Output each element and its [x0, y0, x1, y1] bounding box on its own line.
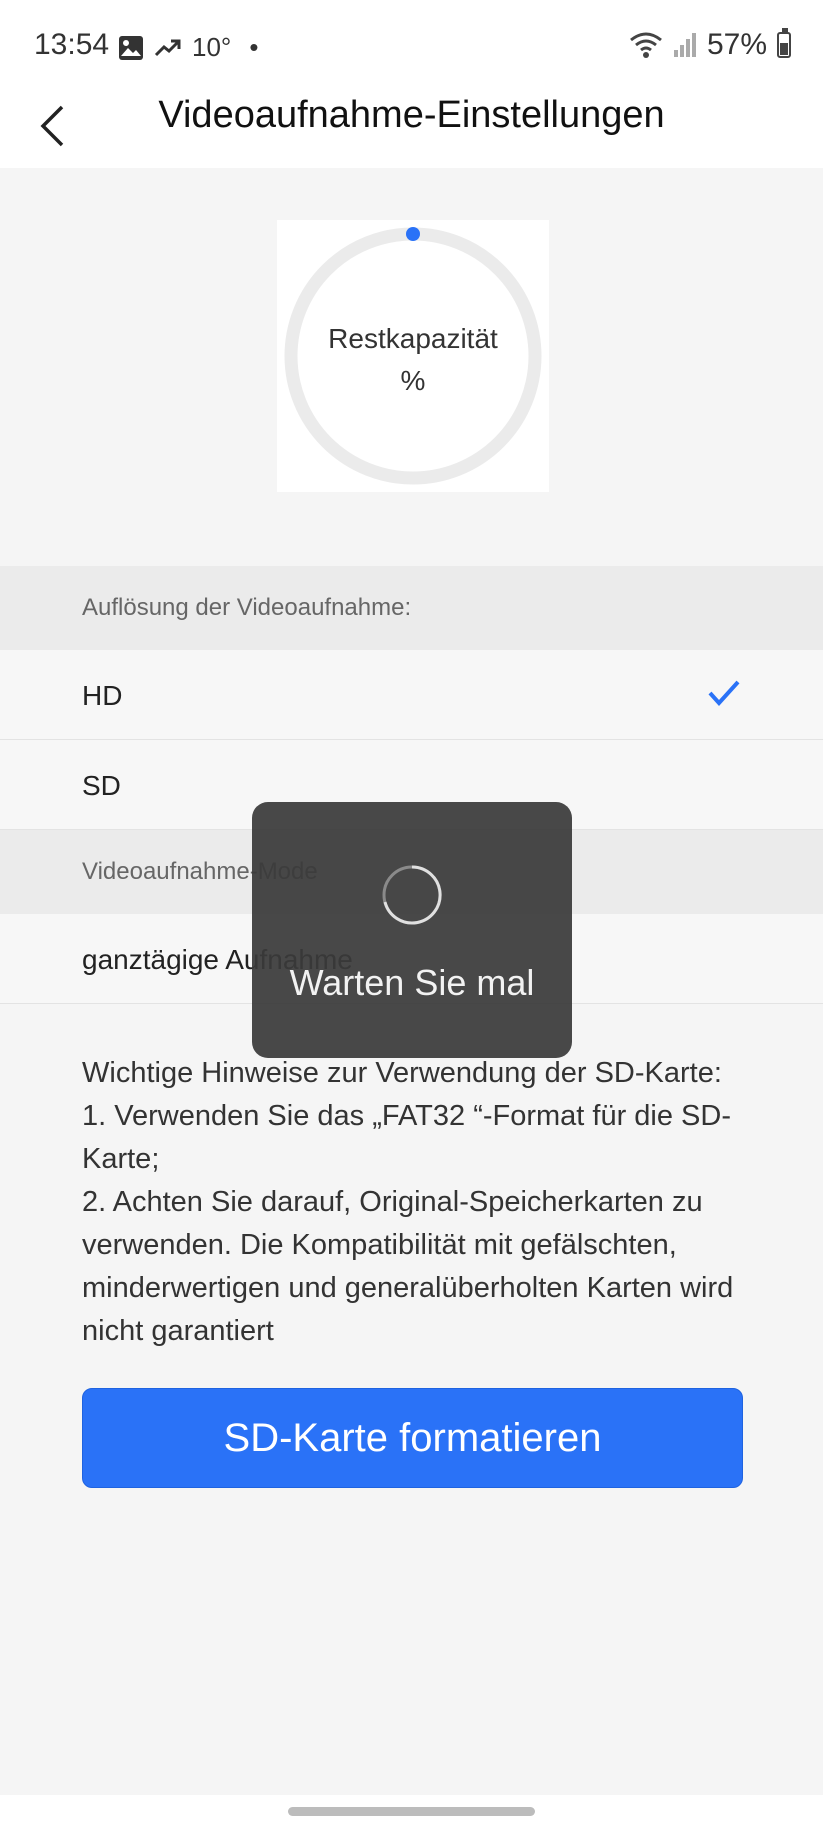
status-dot: •: [249, 32, 259, 62]
status-bar: 13:54 10° • 57%: [0, 0, 823, 92]
battery-percent: 57%: [706, 28, 767, 61]
format-sd-card-button[interactable]: SD-Karte formatieren: [82, 1388, 743, 1488]
loading-spinner-icon: [382, 865, 442, 925]
resolution-option-hd[interactable]: HD: [0, 650, 823, 740]
status-time: 13:54: [34, 28, 110, 61]
page-title: Videoaufnahme-Einstellungen: [158, 94, 665, 136]
capacity-value: %: [400, 365, 426, 396]
capacity-label: Restkapazität: [328, 323, 498, 354]
resolution-section-title: Auflösung der Videoaufnahme:: [82, 594, 412, 621]
status-left-icons: 10° •: [118, 32, 258, 63]
home-indicator[interactable]: [288, 1807, 535, 1816]
trending-icon: [154, 39, 181, 56]
wifi-icon: [630, 32, 662, 58]
capacity-ring: Restkapazität %: [277, 220, 549, 492]
loading-toast: Warten Sie mal: [252, 802, 572, 1058]
gallery-icon: [119, 35, 143, 60]
capacity-ring-indicator: [406, 227, 420, 241]
app-bar: Videoaufnahme-Einstellungen: [0, 92, 823, 168]
capacity-label-block: Restkapazität %: [277, 318, 549, 402]
sd-card-notes: Wichtige Hinweise zur Verwendung der SD-…: [82, 1052, 752, 1353]
signal-icon: [673, 33, 696, 57]
loading-text: Warten Sie mal: [289, 962, 535, 1003]
notes-line: Wichtige Hinweise zur Verwendung der SD-…: [82, 1057, 722, 1089]
resolution-option-label: HD: [82, 680, 123, 711]
notes-line: 1. Verwenden Sie das „FAT32 “-Format für…: [82, 1100, 732, 1175]
resolution-option-label: SD: [82, 770, 121, 801]
resolution-section-header: Auflösung der Videoaufnahme:: [0, 566, 823, 650]
notes-line: 2. Achten Sie darauf, Original-Speicherk…: [82, 1186, 734, 1347]
status-right-icons: 57%: [629, 28, 791, 62]
battery-icon: [777, 28, 791, 58]
status-temperature: 10°: [192, 32, 232, 62]
checkmark-icon: [708, 680, 740, 706]
